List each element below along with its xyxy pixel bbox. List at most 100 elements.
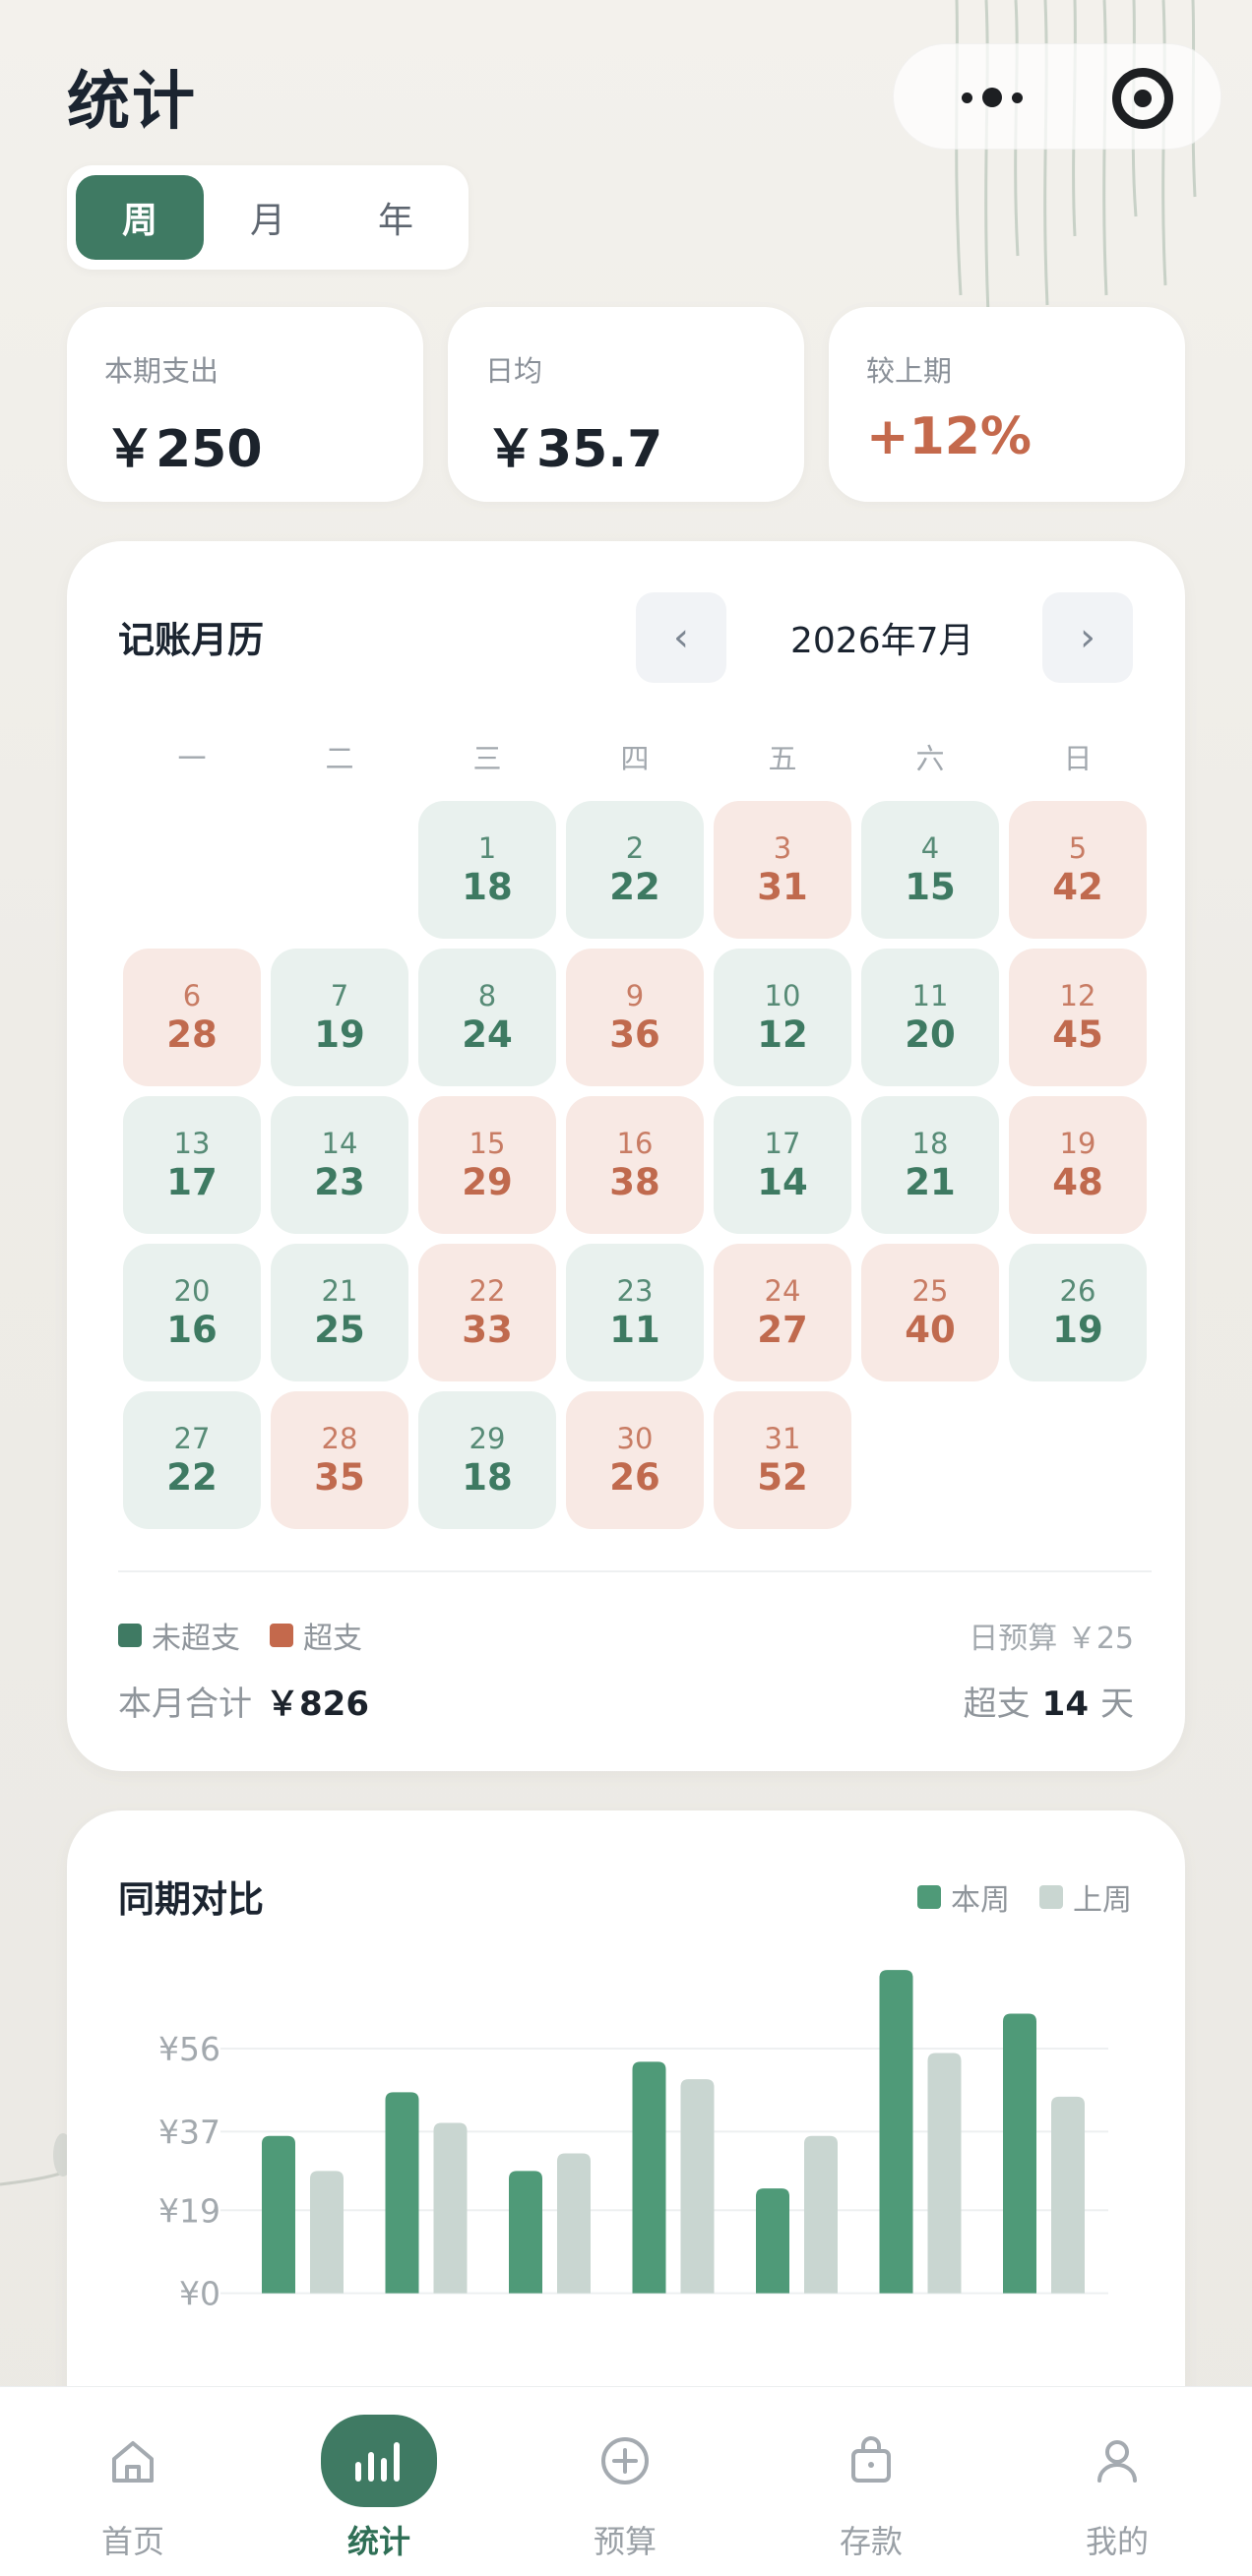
- calendar-day-6[interactable]: 6 28: [123, 949, 261, 1086]
- day-number: 14: [321, 1127, 358, 1160]
- day-amount: 21: [905, 1161, 956, 1203]
- calendar-day-21[interactable]: 21 25: [271, 1244, 408, 1381]
- day-amount: 45: [1052, 1013, 1103, 1056]
- weekday-label: 五: [768, 742, 797, 775]
- calendar-day-9[interactable]: 9 36: [566, 949, 704, 1086]
- calendar-day-28[interactable]: 28 35: [271, 1391, 408, 1529]
- day-number: 12: [1059, 979, 1096, 1012]
- month-total: 本月合计 ￥826: [118, 1677, 369, 1725]
- tab-label: 存款: [839, 2523, 903, 2560]
- calendar-day-30[interactable]: 30 26: [566, 1391, 704, 1529]
- bar-last-week[interactable]: [433, 2122, 468, 2294]
- calendar-day-4[interactable]: 4 15: [861, 801, 999, 939]
- tab-month[interactable]: 月: [204, 175, 332, 260]
- y-tick-label: ¥37: [158, 2113, 220, 2151]
- day-amount: 23: [314, 1161, 365, 1203]
- calendar-day-26[interactable]: 26 19: [1009, 1244, 1147, 1381]
- calendar-day-12[interactable]: 12 45: [1009, 949, 1147, 1086]
- day-amount: 40: [905, 1309, 956, 1351]
- tab-statistics[interactable]: 统计: [281, 2387, 477, 2576]
- day-amount: 25: [314, 1309, 365, 1351]
- day-number: 16: [616, 1127, 654, 1160]
- over-days: 超支 14 天: [964, 1677, 1134, 1725]
- bar-last-week[interactable]: [557, 2153, 591, 2294]
- bar-last-week[interactable]: [680, 2079, 715, 2294]
- calendar-day-25[interactable]: 25 40: [861, 1244, 999, 1381]
- calendar-day-15[interactable]: 15 29: [418, 1096, 556, 1234]
- day-amount: 14: [757, 1161, 808, 1203]
- calendar-day-27[interactable]: 27 22: [123, 1391, 261, 1529]
- bar-last-week[interactable]: [310, 2171, 344, 2294]
- day-number: 9: [625, 979, 645, 1012]
- day-number: 4: [920, 831, 940, 865]
- legend-label: 超支: [303, 1622, 362, 1656]
- day-number: 17: [764, 1127, 801, 1160]
- tab-savings[interactable]: 存款: [773, 2387, 970, 2576]
- legend-under: 未超支: [118, 1614, 240, 1657]
- day-amount: 38: [609, 1161, 660, 1203]
- calendar-day-20[interactable]: 20 16: [123, 1244, 261, 1381]
- tab-label: 预算: [593, 2523, 657, 2560]
- more-icon[interactable]: [938, 44, 1046, 151]
- day-amount: 19: [314, 1013, 365, 1056]
- calendar-day-5[interactable]: 5 42: [1009, 801, 1147, 939]
- chevron-left-icon: ‹: [673, 615, 689, 660]
- next-month-button[interactable]: ›: [1042, 592, 1133, 683]
- calendar-day-29[interactable]: 29 18: [418, 1391, 556, 1529]
- day-number: 1: [477, 831, 497, 865]
- calendar-day-16[interactable]: 16 38: [566, 1096, 704, 1234]
- calendar-day-3[interactable]: 3 31: [714, 801, 851, 939]
- bar-this-week[interactable]: [509, 2171, 542, 2294]
- divider: [118, 1570, 1152, 1572]
- bar-this-week[interactable]: [756, 2188, 789, 2294]
- calendar-day-18[interactable]: 18 21: [861, 1096, 999, 1234]
- day-amount: 26: [609, 1456, 660, 1499]
- calendar-legend: 未超支 超支: [118, 1614, 362, 1657]
- day-amount: 31: [757, 866, 808, 908]
- calendar-day-19[interactable]: 19 48: [1009, 1096, 1147, 1234]
- weekday-label: 三: [472, 742, 502, 775]
- calendar-day-23[interactable]: 23 11: [566, 1244, 704, 1381]
- bar-last-week[interactable]: [927, 2053, 962, 2294]
- calendar-day-14[interactable]: 14 23: [271, 1096, 408, 1234]
- y-tick-label: ¥56: [158, 2030, 220, 2068]
- calendar-day-2[interactable]: 2 22: [566, 801, 704, 939]
- day-amount: 33: [462, 1309, 513, 1351]
- calendar-day-31[interactable]: 31 52: [714, 1391, 851, 1529]
- over-days-value: 14: [1041, 1685, 1089, 1724]
- close-target-icon[interactable]: [1112, 68, 1173, 129]
- weekday-label: 四: [620, 742, 650, 775]
- calendar-day-11[interactable]: 11 20: [861, 949, 999, 1086]
- bar-this-week[interactable]: [385, 2092, 419, 2294]
- calendar-day-22[interactable]: 22 33: [418, 1244, 556, 1381]
- day-number: 31: [764, 1422, 801, 1455]
- calendar-day-13[interactable]: 13 17: [123, 1096, 261, 1234]
- bar-last-week[interactable]: [804, 2135, 838, 2294]
- tab-week[interactable]: 周: [76, 175, 204, 260]
- period-switcher: 周 月 年: [67, 165, 469, 270]
- bar-this-week[interactable]: [1003, 2013, 1036, 2294]
- prev-month-button[interactable]: ‹: [636, 592, 726, 683]
- legend-swatch-under: [118, 1624, 142, 1647]
- calendar-day-10[interactable]: 10 12: [714, 949, 851, 1086]
- calendar-day-24[interactable]: 24 27: [714, 1244, 851, 1381]
- chevron-right-icon: ›: [1080, 615, 1096, 660]
- tab-profile[interactable]: 我的: [1019, 2387, 1216, 2576]
- day-number: 19: [1059, 1127, 1096, 1160]
- calendar-day-1[interactable]: 1 18: [418, 801, 556, 939]
- bar-this-week[interactable]: [632, 2061, 666, 2294]
- calendar-day-17[interactable]: 17 14: [714, 1096, 851, 1234]
- calendar-day-8[interactable]: 8 24: [418, 949, 556, 1086]
- bar-this-week[interactable]: [879, 1970, 913, 2294]
- tab-home[interactable]: 首页: [34, 2387, 231, 2576]
- bar-last-week[interactable]: [1051, 2096, 1085, 2294]
- calendar-day-7[interactable]: 7 19: [271, 949, 408, 1086]
- bar-this-week[interactable]: [262, 2135, 295, 2294]
- stat-value: ￥35.7: [485, 420, 663, 479]
- stat-label: 本期支出: [104, 354, 219, 388]
- tab-budget[interactable]: 预算: [527, 2387, 723, 2576]
- day-amount: 24: [462, 1013, 513, 1056]
- day-number: 26: [1059, 1274, 1096, 1308]
- day-amount: 36: [609, 1013, 660, 1056]
- tab-year[interactable]: 年: [332, 175, 460, 260]
